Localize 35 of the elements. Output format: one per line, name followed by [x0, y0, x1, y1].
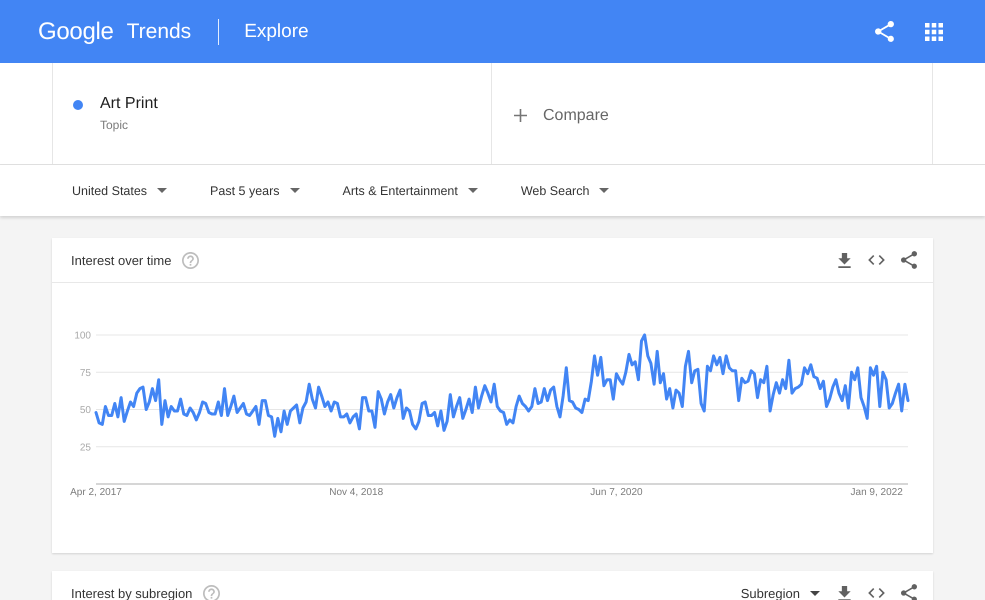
share-icon[interactable]: [901, 251, 917, 269]
embed-code-icon[interactable]: [868, 588, 885, 598]
embed-code-icon[interactable]: [868, 255, 885, 265]
caret-icon: [810, 590, 820, 596]
axis-label: 100: [74, 330, 91, 342]
axis-label: Jun 7, 2020: [590, 487, 643, 498]
card-title: Interest by subregion: [71, 586, 192, 600]
axis-label: 75: [80, 368, 91, 379]
plus-icon[interactable]: [514, 109, 527, 122]
filter-dropdown[interactable]: United States: [72, 184, 168, 198]
filter-dropdown[interactable]: Web Search: [520, 184, 610, 198]
logo-text[interactable]: Google: [38, 18, 114, 46]
axis-label: Apr 2, 2017: [70, 487, 122, 498]
caret-icon: [599, 188, 610, 193]
filter-dropdown[interactable]: Arts & Entertainment: [342, 184, 478, 198]
compare-field[interactable]: Compare: [543, 106, 743, 124]
card-title: Interest over time: [71, 252, 172, 268]
product-name: Trends: [126, 20, 192, 44]
download-icon[interactable]: [838, 586, 851, 600]
caret-icon: [290, 188, 300, 193]
apps-grid-icon[interactable]: [925, 22, 943, 40]
caret-icon: [468, 188, 478, 193]
axis-label: 50: [80, 405, 91, 416]
page-title: Explore: [244, 20, 309, 42]
term-type: Topic: [100, 117, 130, 133]
axis-label: 25: [80, 442, 91, 454]
axis-label: Jan 9, 2022: [850, 487, 903, 498]
caret-icon: [157, 188, 168, 193]
term-name[interactable]: Art Print: [100, 94, 158, 114]
subregion-dropdown[interactable]: Subregion: [740, 586, 820, 600]
share-icon[interactable]: [901, 584, 917, 600]
axis-label: Nov 4, 2018: [329, 487, 384, 498]
filter-dropdown[interactable]: Past 5 years: [210, 184, 300, 198]
share-icon[interactable]: [875, 21, 894, 42]
download-icon[interactable]: [838, 252, 851, 268]
